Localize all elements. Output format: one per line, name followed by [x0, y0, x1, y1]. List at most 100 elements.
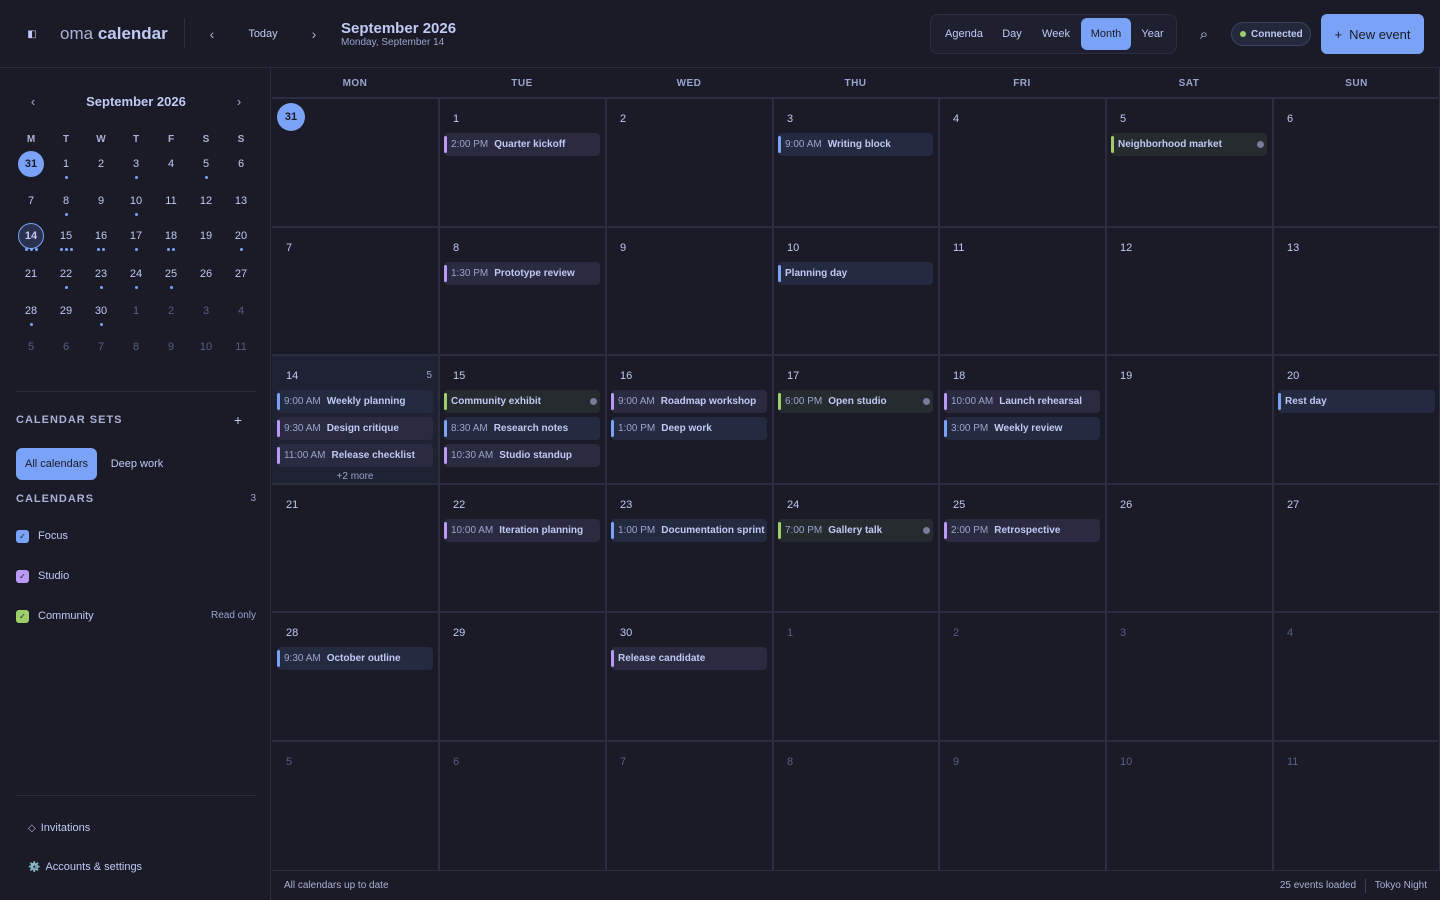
event-chip[interactable]: 2:00 PM Quarter kickoff — [444, 133, 600, 156]
more-events-link[interactable]: +2 more — [272, 471, 438, 482]
day-cell[interactable]: 3 — [1106, 612, 1272, 741]
event-chip[interactable]: 10:00 AM Iteration planning — [444, 518, 600, 542]
event-chip[interactable]: 9:00 AM Writing block — [778, 133, 933, 156]
mini-day-cell[interactable]: 1 — [121, 296, 151, 326]
day-cell[interactable]: 31 — [272, 98, 438, 227]
day-cell[interactable]: 19 — [1106, 355, 1272, 484]
prev-month-button[interactable]: ‹ — [200, 22, 224, 46]
mini-prev-month-button[interactable]: ‹ — [22, 92, 44, 110]
mini-day-cell[interactable]: 6 — [226, 149, 256, 179]
sidebar-toggle-icon[interactable]: ◧ — [20, 22, 44, 46]
day-cell[interactable]: 2 — [939, 612, 1105, 741]
day-cell[interactable]: 9 — [939, 741, 1105, 870]
mini-day-cell[interactable]: 26 — [191, 259, 221, 289]
day-cell[interactable]: 14 5 9:00 AM Weekly planning 9:30 AM Design c… — [272, 355, 438, 484]
event-chip[interactable]: Rest day — [1278, 390, 1435, 414]
day-cell[interactable]: 11 — [1273, 741, 1440, 870]
event-chip[interactable]: 10:30 AM Studio standup — [444, 444, 600, 468]
calendar-item-focus[interactable]: ✓ Focus — [16, 524, 256, 548]
mini-day-cell[interactable]: 23 — [86, 259, 116, 289]
event-chip[interactable]: 2:00 PM Retrospective — [944, 518, 1100, 542]
day-cell[interactable]: 25 2:00 PM Retrospective — [939, 484, 1105, 613]
view-month-button[interactable]: Month — [1081, 18, 1131, 50]
checkbox-icon[interactable]: ✓ — [16, 610, 29, 623]
mini-day-cell[interactable]: 22 — [51, 259, 81, 289]
mini-day-cell[interactable]: 8 — [121, 332, 151, 362]
set-deep-work-button[interactable]: Deep work — [101, 448, 173, 480]
add-calendar-set-button[interactable]: + — [230, 412, 246, 428]
mini-day-cell[interactable]: 18 — [156, 221, 186, 251]
day-cell[interactable]: 7 — [606, 741, 772, 870]
mini-day-cell[interactable]: 9 — [86, 186, 116, 216]
event-chip[interactable]: 8:30 AM Research notes — [444, 417, 600, 441]
event-chip[interactable]: 1:00 PM Documentation sprint — [611, 518, 767, 542]
checkbox-icon[interactable]: ✓ — [16, 530, 29, 543]
calendar-item-community[interactable]: ✓ Community Read only — [16, 604, 256, 628]
mini-day-cell[interactable]: 3 — [191, 296, 221, 326]
mini-day-cell[interactable]: 7 — [16, 186, 46, 216]
mini-day-cell[interactable]: 4 — [156, 149, 186, 179]
event-chip[interactable]: 9:00 AM Weekly planning — [277, 390, 433, 414]
mini-day-cell[interactable]: 5 — [191, 149, 221, 179]
mini-day-cell[interactable]: 24 — [121, 259, 151, 289]
mini-day-cell[interactable]: 29 — [51, 296, 81, 326]
day-cell[interactable]: 21 — [272, 484, 438, 613]
day-cell[interactable]: 15 Community exhibit 8:30 AM Research notes… — [439, 355, 605, 484]
mini-day-cell[interactable]: 7 — [86, 332, 116, 362]
mini-day-cell[interactable]: 14 — [18, 223, 44, 249]
mini-day-cell[interactable]: 8 — [51, 186, 81, 216]
theme-name[interactable]: Tokyo Night — [1375, 880, 1427, 891]
day-cell[interactable]: 4 — [1273, 612, 1440, 741]
day-cell[interactable]: 8 — [773, 741, 938, 870]
mini-day-cell[interactable]: 3 — [121, 149, 151, 179]
search-icon[interactable]: ⌕ — [1192, 22, 1216, 46]
mini-day-cell[interactable]: 13 — [226, 186, 256, 216]
day-cell[interactable]: 10 — [1106, 741, 1272, 870]
day-cell[interactable]: 24 7:00 PM Gallery talk — [773, 484, 938, 613]
next-month-button[interactable]: › — [302, 22, 326, 46]
event-chip[interactable]: 1:00 PM Deep work — [611, 417, 767, 441]
mini-day-cell[interactable]: 20 — [226, 221, 256, 251]
mini-day-cell[interactable]: 9 — [156, 332, 186, 362]
day-cell[interactable]: 30 Release candidate — [606, 612, 772, 741]
mini-day-cell[interactable]: 11 — [156, 186, 186, 216]
day-cell[interactable]: 17 6:00 PM Open studio — [773, 355, 938, 484]
day-cell[interactable]: 12 — [1106, 227, 1272, 356]
day-cell[interactable]: 3 9:00 AM Writing block — [773, 98, 938, 227]
mini-day-cell[interactable]: 15 — [51, 221, 81, 251]
event-chip[interactable]: 1:30 PM Prototype review — [444, 261, 600, 285]
mini-day-cell[interactable]: 27 — [226, 259, 256, 289]
day-cell[interactable]: 13 — [1273, 227, 1440, 356]
day-cell[interactable]: 4 — [939, 98, 1105, 227]
day-cell[interactable]: 29 — [439, 612, 605, 741]
mini-day-cell[interactable]: 30 — [86, 296, 116, 326]
mini-day-cell[interactable]: 11 — [226, 332, 256, 362]
accounts-settings-link[interactable]: ⚙️ Accounts & settings — [28, 861, 142, 873]
mini-day-cell[interactable]: 16 — [86, 221, 116, 251]
day-cell[interactable]: 23 1:00 PM Documentation sprint — [606, 484, 772, 613]
day-cell[interactable]: 6 — [439, 741, 605, 870]
event-chip[interactable]: 11:00 AM Release checklist — [277, 444, 433, 468]
day-cell[interactable]: 2 — [606, 98, 772, 227]
checkbox-icon[interactable]: ✓ — [16, 570, 29, 583]
day-cell[interactable]: 22 10:00 AM Iteration planning — [439, 484, 605, 613]
day-cell[interactable]: 11 — [939, 227, 1105, 356]
event-chip[interactable]: 7:00 PM Gallery talk — [778, 518, 933, 542]
mini-day-cell[interactable]: 21 — [16, 259, 46, 289]
event-chip[interactable]: 9:30 AM Design critique — [277, 417, 433, 441]
day-cell[interactable]: 9 — [606, 227, 772, 356]
day-cell[interactable]: 18 10:00 AM Launch rehearsal 3:00 PM Weekly … — [939, 355, 1105, 484]
event-chip[interactable]: Community exhibit — [444, 390, 600, 414]
mini-day-cell[interactable]: 25 — [156, 259, 186, 289]
mini-day-cell[interactable]: 28 — [16, 296, 46, 326]
mini-day-cell[interactable]: 19 — [191, 221, 221, 251]
event-chip[interactable]: Planning day — [778, 261, 933, 285]
day-cell[interactable]: 26 — [1106, 484, 1272, 613]
mini-day-cell[interactable]: 12 — [191, 186, 221, 216]
set-all-calendars-button[interactable]: All calendars — [16, 448, 97, 480]
day-cell[interactable]: 7 — [272, 227, 438, 356]
calendar-item-studio[interactable]: ✓ Studio — [16, 564, 256, 588]
mini-day-cell[interactable]: 10 — [191, 332, 221, 362]
view-agenda-button[interactable]: Agenda — [935, 18, 993, 50]
day-cell[interactable]: 20 Rest day — [1273, 355, 1440, 484]
